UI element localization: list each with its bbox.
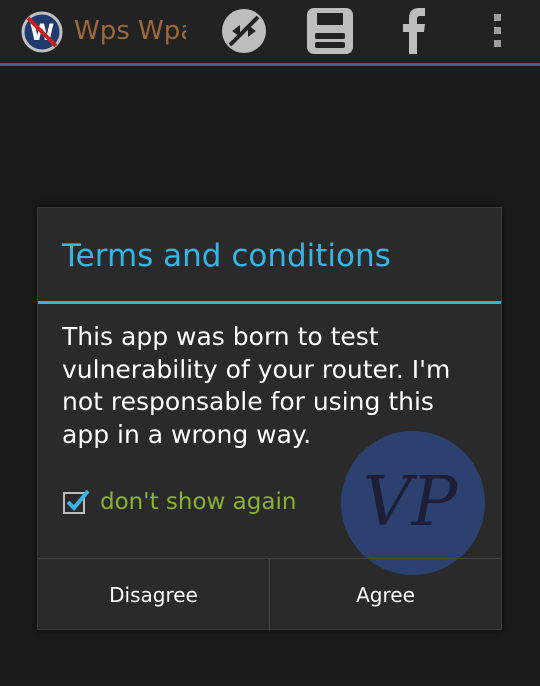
dialog-title: Terms and conditions bbox=[62, 238, 391, 274]
watermark-logo-icon: VP bbox=[340, 430, 486, 576]
svg-text:VP: VP bbox=[363, 463, 459, 542]
dialog-title-divider bbox=[38, 301, 501, 304]
dont-show-again-label: don't show again bbox=[100, 489, 297, 515]
dont-show-again-row[interactable]: don't show again bbox=[62, 482, 296, 522]
terms-dialog: Terms and conditions This app was born t… bbox=[37, 207, 502, 631]
facebook-button[interactable] bbox=[392, 6, 436, 56]
save-button[interactable] bbox=[304, 6, 356, 56]
dont-show-again-checkbox[interactable] bbox=[62, 488, 90, 516]
agree-button[interactable]: Agree bbox=[270, 559, 501, 631]
overflow-menu-icon bbox=[494, 14, 501, 47]
action-bar: W Wps Wpa bbox=[0, 0, 540, 63]
overflow-menu-button[interactable] bbox=[484, 6, 512, 56]
disagree-button[interactable]: Disagree bbox=[38, 559, 269, 631]
save-icon bbox=[307, 8, 353, 54]
no-connection-icon bbox=[222, 9, 266, 53]
action-bar-divider bbox=[0, 63, 540, 66]
facebook-icon bbox=[403, 8, 425, 54]
app-logo-icon[interactable]: W bbox=[20, 10, 64, 54]
no-connection-button[interactable] bbox=[218, 6, 270, 56]
app-title: Wps Wpa bbox=[74, 16, 186, 46]
